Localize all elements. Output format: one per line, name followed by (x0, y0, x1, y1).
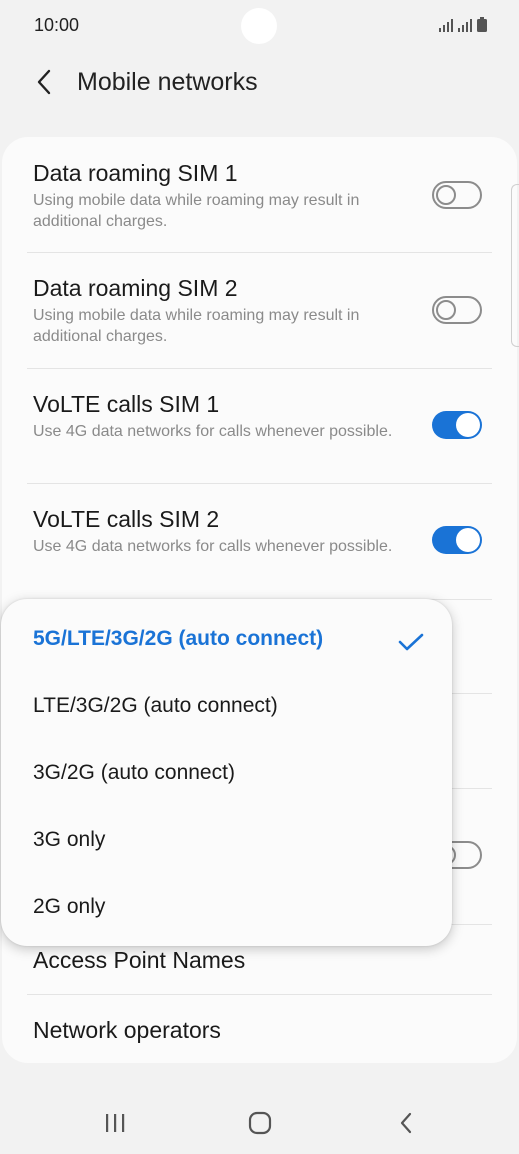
setting-title: Data roaming SIM 1 (33, 160, 238, 186)
scrollbar[interactable] (511, 184, 519, 347)
setting-volte-sim1[interactable]: VoLTE calls SIM 1 Use 4G data networks f… (2, 369, 517, 484)
setting-data-roaming-sim1[interactable]: Data roaming SIM 1 Using mobile data whi… (2, 137, 517, 252)
volte-sim1-toggle[interactable] (432, 411, 482, 439)
network-mode-option[interactable]: 3G only (1, 807, 452, 874)
back-icon (400, 1112, 412, 1134)
option-label: 3G/2G (auto connect) (33, 761, 235, 784)
home-icon (248, 1111, 272, 1135)
camera-cutout (241, 8, 277, 44)
navigation-bar (0, 1094, 519, 1154)
option-label: 5G/LTE/3G/2G (auto connect) (33, 627, 324, 650)
setting-title: Data roaming SIM 2 (33, 275, 238, 301)
option-label: 3G only (33, 828, 106, 851)
recents-button[interactable] (95, 1108, 135, 1138)
option-label: LTE/3G/2G (auto connect) (33, 694, 278, 717)
setting-title: Access Point Names (33, 947, 246, 973)
setting-subtitle: Using mobile data while roaming may resu… (33, 192, 360, 230)
status-icons (439, 17, 487, 32)
setting-volte-sim2[interactable]: VoLTE calls SIM 2 Use 4G data networks f… (2, 484, 517, 599)
back-button[interactable] (26, 64, 62, 100)
setting-subtitle: Using mobile data while roaming may resu… (33, 307, 360, 345)
setting-subtitle: Use 4G data networks for calls whenever … (33, 423, 393, 440)
volte-sim2-toggle[interactable] (432, 526, 482, 554)
data-roaming-sim1-toggle[interactable] (432, 181, 482, 209)
nav-back-button[interactable] (386, 1108, 426, 1138)
chevron-left-icon (37, 69, 51, 95)
network-mode-option[interactable]: 5G/LTE/3G/2G (auto connect) (1, 606, 452, 673)
setting-network-operators[interactable]: Network operators (2, 995, 517, 1063)
network-mode-option[interactable]: 2G only (1, 874, 452, 941)
data-roaming-sim2-toggle[interactable] (432, 296, 482, 324)
app-bar: Mobile networks (0, 56, 519, 112)
home-button[interactable] (240, 1108, 280, 1138)
setting-title: VoLTE calls SIM 1 (33, 391, 220, 417)
status-bar: 10:00 (0, 0, 519, 52)
page-title: Mobile networks (77, 68, 258, 96)
battery-icon (477, 17, 487, 32)
option-label: 2G only (33, 895, 106, 918)
network-mode-menu: 5G/LTE/3G/2G (auto connect) LTE/3G/2G (a… (1, 599, 452, 946)
check-icon (398, 633, 424, 651)
setting-title: VoLTE calls SIM 2 (33, 506, 220, 532)
setting-subtitle: Use 4G data networks for calls whenever … (33, 538, 393, 555)
network-mode-option[interactable]: LTE/3G/2G (auto connect) (1, 673, 452, 740)
status-time: 10:00 (34, 15, 80, 35)
signal-sim2-icon (458, 19, 472, 32)
setting-data-roaming-sim2[interactable]: Data roaming SIM 2 Using mobile data whi… (2, 253, 517, 368)
setting-title: Network operators (33, 1017, 221, 1043)
network-mode-option[interactable]: 3G/2G (auto connect) (1, 740, 452, 807)
signal-sim1-icon (439, 19, 453, 32)
recents-icon (106, 1114, 125, 1132)
